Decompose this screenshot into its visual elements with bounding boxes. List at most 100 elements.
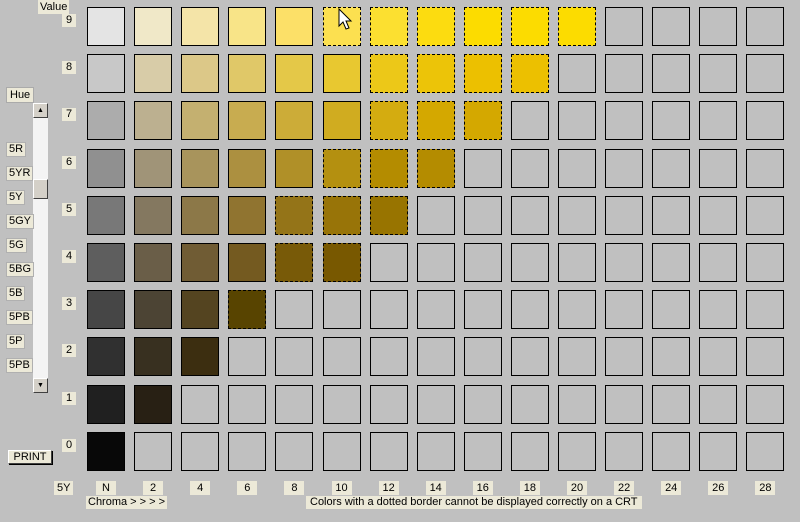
color-swatch[interactable]	[87, 290, 125, 330]
color-swatch[interactable]	[463, 384, 502, 424]
color-swatch[interactable]	[322, 101, 361, 141]
color-swatch[interactable]	[605, 290, 644, 330]
color-swatch[interactable]	[558, 431, 596, 471]
color-swatch[interactable]	[652, 54, 691, 94]
color-swatch[interactable]	[134, 101, 173, 141]
color-swatch[interactable]	[463, 54, 502, 94]
color-swatch[interactable]	[322, 54, 361, 94]
hue-item[interactable]: 5R	[6, 142, 27, 157]
color-swatch[interactable]	[746, 7, 785, 46]
color-swatch[interactable]	[746, 243, 785, 282]
color-swatch[interactable]	[699, 195, 738, 235]
color-swatch[interactable]	[181, 195, 220, 235]
color-swatch[interactable]	[463, 7, 502, 46]
color-swatch[interactable]	[463, 195, 502, 235]
color-swatch[interactable]	[510, 54, 549, 94]
color-swatch[interactable]	[322, 384, 361, 424]
color-swatch[interactable]	[275, 431, 314, 471]
color-swatch[interactable]	[275, 7, 314, 46]
hue-item[interactable]: 5P	[6, 334, 26, 349]
color-swatch[interactable]	[558, 101, 596, 141]
color-swatch[interactable]	[416, 54, 455, 94]
color-swatch[interactable]	[228, 101, 267, 141]
color-swatch[interactable]	[134, 243, 173, 282]
color-swatch[interactable]	[699, 337, 738, 377]
color-swatch[interactable]	[699, 384, 738, 424]
color-swatch[interactable]	[463, 243, 502, 282]
color-swatch[interactable]	[652, 384, 691, 424]
color-swatch[interactable]	[134, 431, 173, 471]
color-swatch[interactable]	[134, 290, 173, 330]
color-swatch[interactable]	[134, 7, 173, 46]
color-swatch[interactable]	[228, 148, 267, 188]
color-swatch[interactable]	[510, 384, 549, 424]
color-swatch[interactable]	[510, 7, 549, 46]
color-swatch[interactable]	[181, 337, 220, 377]
color-swatch[interactable]	[181, 431, 220, 471]
color-swatch[interactable]	[699, 148, 738, 188]
color-swatch[interactable]	[699, 243, 738, 282]
hue-item[interactable]: 5PB	[6, 358, 33, 373]
color-swatch[interactable]	[605, 243, 644, 282]
color-swatch[interactable]	[463, 337, 502, 377]
color-swatch[interactable]	[416, 101, 455, 141]
color-swatch[interactable]	[510, 243, 549, 282]
color-swatch[interactable]	[605, 148, 644, 188]
color-swatch[interactable]	[605, 337, 644, 377]
color-swatch[interactable]	[369, 290, 408, 330]
color-swatch[interactable]	[652, 337, 691, 377]
color-swatch[interactable]	[322, 290, 361, 330]
color-swatch[interactable]	[275, 148, 314, 188]
color-swatch[interactable]	[605, 101, 644, 141]
color-swatch[interactable]	[510, 290, 549, 330]
color-swatch[interactable]	[134, 195, 173, 235]
print-button[interactable]: PRINT	[8, 450, 52, 464]
color-swatch[interactable]	[605, 54, 644, 94]
hue-scrollbar[interactable]: ▲ ▼	[33, 103, 48, 393]
color-swatch[interactable]	[652, 195, 691, 235]
color-swatch[interactable]	[416, 7, 455, 46]
color-swatch[interactable]	[181, 54, 220, 94]
color-swatch[interactable]	[228, 384, 267, 424]
color-swatch[interactable]	[87, 7, 125, 46]
color-swatch[interactable]	[181, 384, 220, 424]
color-swatch[interactable]	[275, 290, 314, 330]
color-swatch[interactable]	[558, 290, 596, 330]
color-swatch[interactable]	[369, 7, 408, 46]
color-swatch[interactable]	[652, 148, 691, 188]
color-swatch[interactable]	[699, 101, 738, 141]
color-swatch[interactable]	[322, 148, 361, 188]
color-swatch[interactable]	[228, 290, 267, 330]
hue-item[interactable]: 5PB	[6, 310, 33, 325]
color-swatch[interactable]	[558, 384, 596, 424]
color-swatch[interactable]	[699, 431, 738, 471]
color-swatch[interactable]	[558, 337, 596, 377]
color-swatch[interactable]	[322, 243, 361, 282]
color-swatch[interactable]	[322, 337, 361, 377]
color-swatch[interactable]	[510, 148, 549, 188]
color-swatch[interactable]	[181, 101, 220, 141]
color-swatch[interactable]	[322, 431, 361, 471]
color-swatch[interactable]	[699, 7, 738, 46]
color-swatch[interactable]	[369, 101, 408, 141]
color-swatch[interactable]	[652, 7, 691, 46]
color-swatch[interactable]	[181, 148, 220, 188]
color-swatch[interactable]	[746, 384, 785, 424]
color-swatch[interactable]	[463, 431, 502, 471]
color-swatch[interactable]	[228, 431, 267, 471]
color-swatch[interactable]	[699, 290, 738, 330]
color-swatch[interactable]	[228, 243, 267, 282]
color-swatch[interactable]	[699, 54, 738, 94]
hue-item[interactable]: 5Y	[6, 190, 26, 205]
color-swatch[interactable]	[416, 148, 455, 188]
color-swatch[interactable]	[87, 243, 125, 282]
color-swatch[interactable]	[275, 101, 314, 141]
color-swatch[interactable]	[605, 195, 644, 235]
color-swatch[interactable]	[746, 101, 785, 141]
color-swatch[interactable]	[369, 243, 408, 282]
color-swatch[interactable]	[181, 290, 220, 330]
scroll-thumb[interactable]	[33, 179, 48, 199]
scroll-up-button[interactable]: ▲	[33, 103, 48, 118]
color-swatch[interactable]	[181, 7, 220, 46]
color-swatch[interactable]	[134, 54, 173, 94]
